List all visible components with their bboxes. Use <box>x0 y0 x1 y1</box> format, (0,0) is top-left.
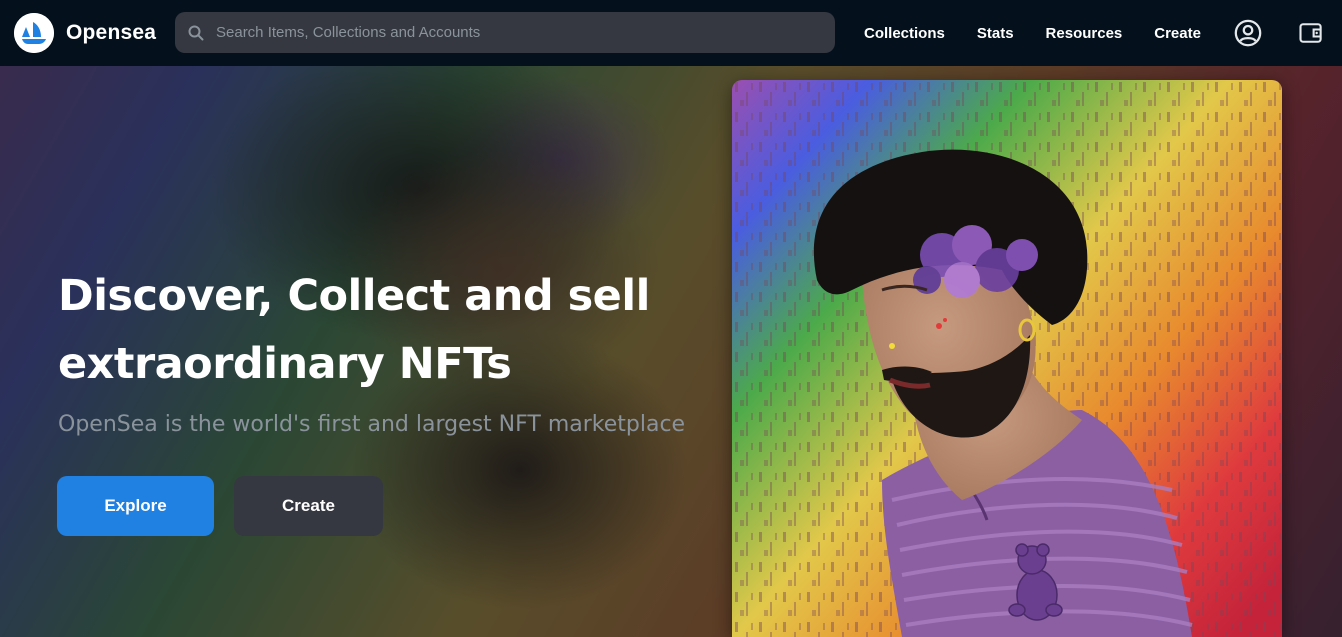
featured-nft-card[interactable] <box>732 80 1282 637</box>
hero-subtitle: OpenSea is the world's first and largest… <box>58 412 686 437</box>
search-input[interactable] <box>216 24 816 41</box>
wallet-button[interactable] <box>1295 17 1327 49</box>
search-bar[interactable] <box>175 12 835 53</box>
nav-resources[interactable]: Resources <box>1030 25 1139 42</box>
hero-actions: Explore Create <box>57 476 383 536</box>
brand-home-link[interactable]: Opensea <box>14 13 156 53</box>
opensea-logo-icon <box>14 13 54 53</box>
create-button[interactable]: Create <box>234 476 383 536</box>
account-button[interactable] <box>1232 17 1264 49</box>
hero-title: Discover, Collect and sell extraordinary… <box>58 262 698 398</box>
user-circle-icon <box>1234 19 1262 47</box>
nav-collections[interactable]: Collections <box>848 25 961 42</box>
top-navbar: Opensea Collections Stats Resources Crea… <box>0 0 1342 66</box>
brand-name: Opensea <box>66 21 157 44</box>
hero-title-line-2: extraordinary NFTs <box>58 339 512 389</box>
nav-stats[interactable]: Stats <box>961 25 1030 42</box>
wallet-icon <box>1299 23 1322 43</box>
search-icon <box>188 25 204 41</box>
hero-title-line-1: Discover, Collect and sell <box>58 271 650 321</box>
featured-nft-artwork <box>732 80 1282 637</box>
main-nav: Collections Stats Resources Create <box>848 0 1217 66</box>
explore-button[interactable]: Explore <box>57 476 214 536</box>
nav-create[interactable]: Create <box>1138 25 1217 42</box>
hero-section: Discover, Collect and sell extraordinary… <box>58 262 698 437</box>
